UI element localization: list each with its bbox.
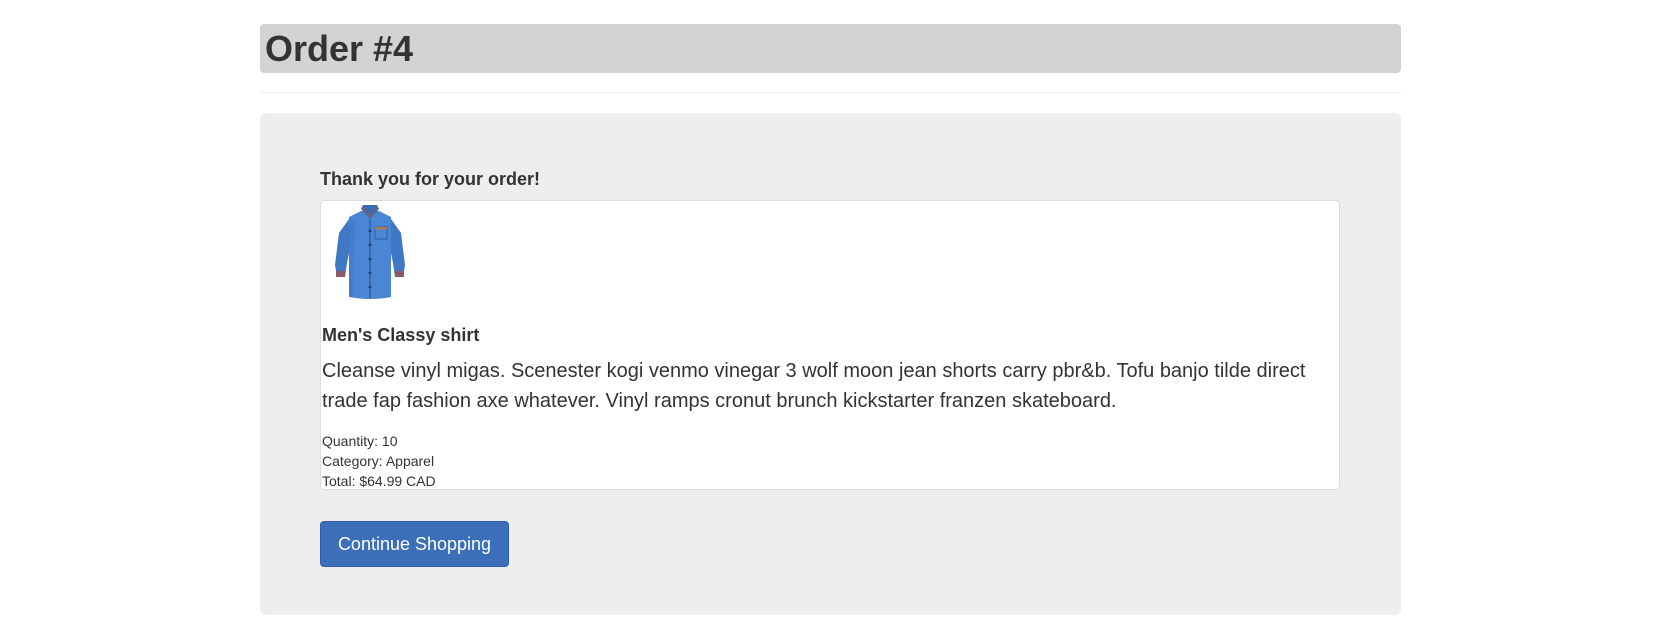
header-divider [260, 92, 1401, 93]
order-item-card: Men's Classy shirt Cleanse vinyl migas. … [320, 200, 1340, 490]
order-confirmation-panel: Thank you for your order! Men's Classy s… [260, 113, 1401, 615]
order-quantity: Quantity: 10 [322, 433, 398, 449]
order-total: Total: $64.99 CAD [322, 473, 436, 489]
page-header: Order #4 [260, 24, 1401, 73]
product-name: Men's Classy shirt [322, 325, 480, 345]
shirt-image [335, 205, 405, 299]
order-details: Quantity: 10 Category: Apparel Total: $6… [322, 431, 436, 491]
continue-shopping-button[interactable]: Continue Shopping [320, 521, 509, 567]
thank-you-message: Thank you for your order! [320, 169, 541, 189]
product-description: Cleanse vinyl migas. Scenester kogi venm… [322, 360, 1306, 412]
order-category: Category: Apparel [322, 453, 435, 469]
page-title: Order #4 [265, 28, 414, 69]
